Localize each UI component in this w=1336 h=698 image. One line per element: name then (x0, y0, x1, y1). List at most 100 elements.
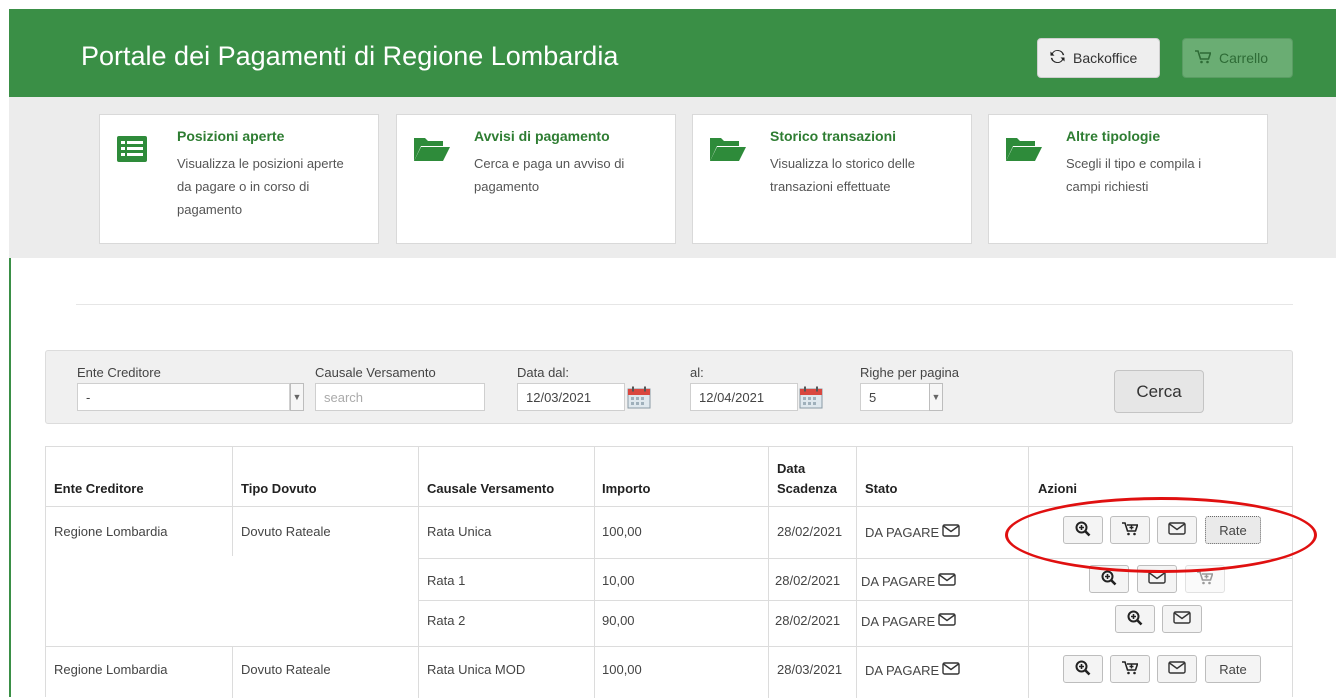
chevron-down-icon[interactable]: ▼ (290, 383, 304, 411)
cell-stato: DA PAGARE (865, 662, 960, 678)
cell-tipo: Dovuto Rateale (241, 662, 331, 677)
list-icon (116, 135, 148, 168)
zoom-in-icon (1101, 570, 1117, 589)
carrello-label: Carrello (1219, 50, 1269, 66)
tile-posizioni-aperte[interactable]: Posizioni aperte Visualizza le posizioni… (99, 114, 379, 244)
cell-scadenza: 28/03/2021 (777, 662, 843, 677)
cell-tipo: Dovuto Rateale (241, 524, 331, 539)
section-divider (76, 304, 1293, 305)
data-al-input[interactable]: 12/04/2021 (690, 383, 798, 411)
add-to-cart-button[interactable] (1110, 655, 1150, 683)
data-al-label: al: (690, 365, 704, 380)
zoom-button[interactable] (1063, 516, 1103, 544)
column-divider (232, 646, 233, 698)
zoom-in-icon (1075, 521, 1091, 540)
column-divider (594, 447, 595, 698)
column-header-stato: Stato (865, 481, 898, 496)
cell-importo: 90,00 (602, 613, 635, 628)
cart-icon (1195, 49, 1212, 67)
zoom-button[interactable] (1089, 565, 1129, 593)
righe-per-pagina-label: Righe per pagina (860, 365, 960, 380)
cell-stato: DA PAGARE (865, 524, 960, 540)
cell-importo: 10,00 (602, 573, 635, 588)
cell-importo: 100,00 (602, 524, 642, 539)
column-divider (856, 447, 857, 698)
cell-causale: Rata 1 (427, 573, 466, 588)
envelope-icon (1168, 661, 1186, 677)
data-dal-label: Data dal: (517, 365, 570, 380)
stato-label: DA PAGARE (861, 613, 936, 629)
tile-title: Altre tipologie (1066, 128, 1161, 144)
folder-open-icon (709, 135, 747, 168)
rate-button[interactable]: Rate (1205, 655, 1261, 683)
envelope-icon[interactable] (942, 662, 960, 678)
refresh-icon (1050, 49, 1065, 67)
cell-scadenza: 28/02/2021 (775, 613, 841, 628)
folder-open-icon (413, 135, 451, 168)
column-header-causale: Causale Versamento (427, 481, 555, 496)
filter-panel: Ente Creditore - ▼ Causale Versamento se… (45, 350, 1293, 424)
envelope-icon (1173, 611, 1191, 627)
cell-ente: Regione Lombardia (54, 662, 168, 677)
zoom-button[interactable] (1115, 605, 1155, 633)
email-button[interactable] (1137, 565, 1177, 593)
ente-creditore-label: Ente Creditore (77, 365, 161, 380)
column-header-data: Data (777, 461, 806, 476)
column-header-scadenza: Scadenza (777, 481, 837, 496)
top-header: Portale dei Pagamenti di Regione Lombard… (9, 9, 1336, 97)
cell-ente: Regione Lombardia (54, 524, 168, 539)
cerca-button[interactable]: Cerca (1114, 370, 1204, 413)
envelope-icon[interactable] (942, 524, 960, 540)
envelope-icon[interactable] (938, 613, 956, 629)
stato-label: DA PAGARE (865, 662, 940, 678)
zoom-in-icon (1075, 660, 1091, 679)
cart-icon (1122, 521, 1139, 539)
cart-icon (1197, 570, 1214, 588)
tile-description: Scegli il tipo e compila i campi richies… (1066, 156, 1202, 194)
carrello-button[interactable]: Carrello (1182, 38, 1293, 78)
column-divider (768, 447, 769, 698)
email-button[interactable] (1157, 516, 1197, 544)
zoom-button[interactable] (1063, 655, 1103, 683)
causale-search-input[interactable]: search (315, 383, 485, 411)
cell-scadenza: 28/02/2021 (775, 573, 841, 588)
tile-title: Storico transazioni (770, 128, 897, 144)
cell-causale: Rata Unica (427, 524, 492, 539)
row-divider (418, 558, 1292, 559)
tile-title: Posizioni aperte (177, 128, 285, 144)
chevron-down-icon[interactable]: ▼ (929, 383, 943, 411)
add-to-cart-button[interactable] (1185, 565, 1225, 593)
row-divider (418, 600, 1292, 601)
email-button[interactable] (1162, 605, 1202, 633)
cart-icon (1122, 660, 1139, 678)
left-border-line (9, 258, 11, 697)
column-header-importo: Importo (602, 481, 651, 496)
causale-versamento-label: Causale Versamento (315, 365, 436, 380)
cell-causale: Rata Unica MOD (427, 662, 526, 677)
calendar-icon[interactable] (799, 386, 823, 409)
cell-scadenza: 28/02/2021 (777, 524, 843, 539)
data-dal-input[interactable]: 12/03/2021 (517, 383, 625, 411)
stato-label: DA PAGARE (865, 524, 940, 540)
tile-storico-transazioni[interactable]: Storico transazioni Visualizza lo storic… (692, 114, 972, 244)
tile-avvisi-pagamento[interactable]: Avvisi di pagamento Cerca e paga un avvi… (396, 114, 676, 244)
services-band: Posizioni aperte Visualizza le posizioni… (9, 97, 1336, 258)
envelope-icon[interactable] (938, 573, 956, 589)
column-header-tipo: Tipo Dovuto (241, 481, 317, 496)
tile-description: Visualizza le posizioni aperte da pagare… (177, 156, 344, 217)
cell-stato: DA PAGARE (861, 613, 956, 629)
add-to-cart-button[interactable] (1110, 516, 1150, 544)
envelope-icon (1148, 571, 1166, 587)
backoffice-button[interactable]: Backoffice (1037, 38, 1160, 78)
cell-stato: DA PAGARE (861, 573, 956, 589)
tile-altre-tipologie[interactable]: Altre tipologie Scegli il tipo e compila… (988, 114, 1268, 244)
ente-creditore-select[interactable]: - (77, 383, 290, 411)
email-button[interactable] (1157, 655, 1197, 683)
stato-label: DA PAGARE (861, 573, 936, 589)
cell-causale: Rata 2 (427, 613, 466, 628)
envelope-icon (1168, 522, 1186, 538)
backoffice-label: Backoffice (1073, 50, 1138, 66)
rate-button[interactable]: Rate (1205, 516, 1261, 544)
calendar-icon[interactable] (627, 386, 651, 409)
righe-per-pagina-select[interactable]: 5 (860, 383, 930, 411)
